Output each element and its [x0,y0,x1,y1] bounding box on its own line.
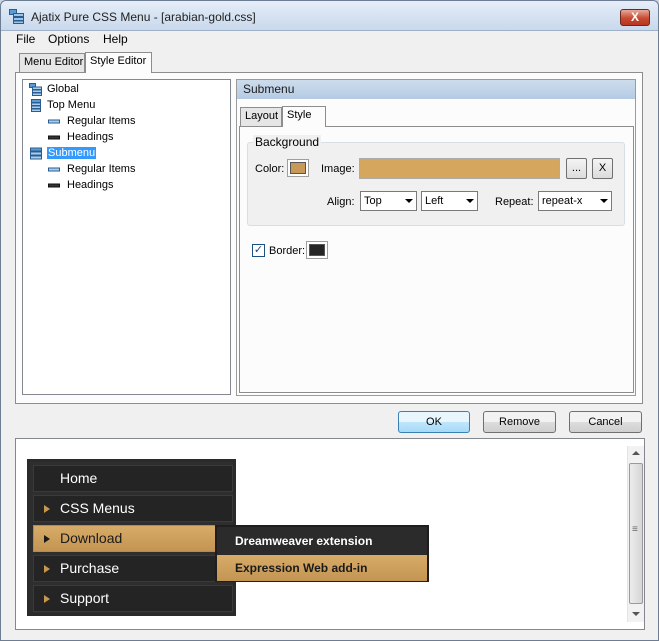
app-icon [9,9,24,24]
ok-button[interactable]: OK [398,411,470,433]
menu-item-label: Download [60,530,123,546]
menu-tree-icon [29,83,42,96]
color-label: Color: [255,163,285,175]
arrow-right-icon [44,595,50,603]
repeat-value: repeat-x [542,195,583,207]
tab-menu-editor[interactable]: Menu Editor [19,53,85,72]
menu-item-label: Support [60,590,110,606]
menu-item-label: CSS Menus [60,500,135,516]
border-label: Border: [269,245,306,257]
chevron-down-icon [405,199,413,203]
scroll-up-icon[interactable] [632,451,640,455]
menu-item-label: Purchase [60,560,120,576]
tree-label: Regular Items [67,115,136,127]
menu-bar: File Options Help [2,31,658,49]
preview-menu-item-support[interactable]: Support [33,585,233,612]
tree-item-sub-regular-items[interactable]: Regular Items [47,162,135,177]
menu-help[interactable]: Help [103,32,128,46]
preview-menu-item-download[interactable]: Download [33,525,219,552]
clear-image-button[interactable]: X [592,158,613,179]
align-horizontal-select[interactable]: Left [421,191,478,211]
preview-submenu: Dreamweaver extension Expression Web add… [215,525,429,582]
align-vertical-select[interactable]: Top [360,191,417,211]
align-horizontal-value: Left [425,195,444,207]
menu-item-label: Home [60,470,98,486]
border-checkbox[interactable]: ✓ [252,244,265,257]
preview-menu-item-purchase[interactable]: Purchase [33,555,233,582]
tree-label: Top Menu [47,99,96,111]
app-window: Ajatix Pure CSS Menu - [arabian-gold.css… [0,0,659,641]
tab-style-editor[interactable]: Style Editor [85,52,152,73]
close-button[interactable]: X [620,9,650,26]
tab-layout[interactable]: Layout [240,107,282,126]
cancel-button[interactable]: Cancel [569,411,642,433]
remove-button[interactable]: Remove [483,411,556,433]
browse-image-button[interactable]: ... [566,158,587,179]
grip-icon: ≡ [632,524,638,535]
section-header: Submenu [237,80,635,99]
tree-item-top-menu[interactable]: Top Menu [27,98,95,113]
menu-tree-icon [31,99,41,112]
heading-icon [48,183,60,188]
preview-scrollbar[interactable]: ≡ [627,446,644,622]
tab-style[interactable]: Style [282,106,326,127]
tree-item-submenu[interactable]: Submenu [27,146,97,161]
tree-item-global[interactable]: Global [27,82,79,97]
item-icon [48,167,60,172]
tree-label: Headings [67,179,114,191]
repeat-select[interactable]: repeat-x [538,191,612,211]
submenu-item-dreamweaver[interactable]: Dreamweaver extension [217,528,427,554]
background-color-swatch[interactable] [287,159,309,177]
item-icon [48,119,60,124]
background-image-field[interactable] [359,158,560,179]
title-bar: Ajatix Pure CSS Menu - [arabian-gold.css… [1,1,658,31]
tree-label: Headings [67,131,114,143]
window-title: Ajatix Pure CSS Menu - [arabian-gold.css… [31,10,256,24]
tree-item-top-regular-items[interactable]: Regular Items [47,114,135,129]
background-group [247,142,625,226]
chevron-down-icon [466,199,474,203]
border-color-swatch[interactable] [306,241,328,259]
tree-label: Global [47,83,79,95]
align-label: Align: [327,196,355,208]
menu-file[interactable]: File [16,32,35,46]
tree-label: Regular Items [67,163,136,175]
arrow-right-icon [44,565,50,573]
align-vertical-value: Top [364,195,382,207]
arrow-right-icon [44,535,50,543]
tree-item-sub-headings[interactable]: Headings [47,178,113,193]
preview-menu-item-home[interactable]: Home [33,465,233,492]
background-group-title: Background [253,135,322,149]
chevron-down-icon [600,199,608,203]
preview-css-menu: Home CSS Menus Download Purchase Support [27,459,236,616]
menu-options[interactable]: Options [48,32,89,46]
repeat-label: Repeat: [495,196,534,208]
submenu-item-expression-web[interactable]: Expression Web add-in [217,555,427,581]
tree-label-selected: Submenu [47,147,97,159]
arrow-right-icon [44,505,50,513]
scroll-thumb[interactable]: ≡ [629,463,643,604]
preview-menu-item-css-menus[interactable]: CSS Menus [33,495,233,522]
heading-icon [48,135,60,140]
scroll-down-icon[interactable] [632,612,640,616]
menu-tree-icon [30,147,42,160]
style-tree: Global Top Menu Regular Items Headings S… [22,79,231,395]
image-label: Image: [321,163,355,175]
tree-item-top-headings[interactable]: Headings [47,130,113,145]
